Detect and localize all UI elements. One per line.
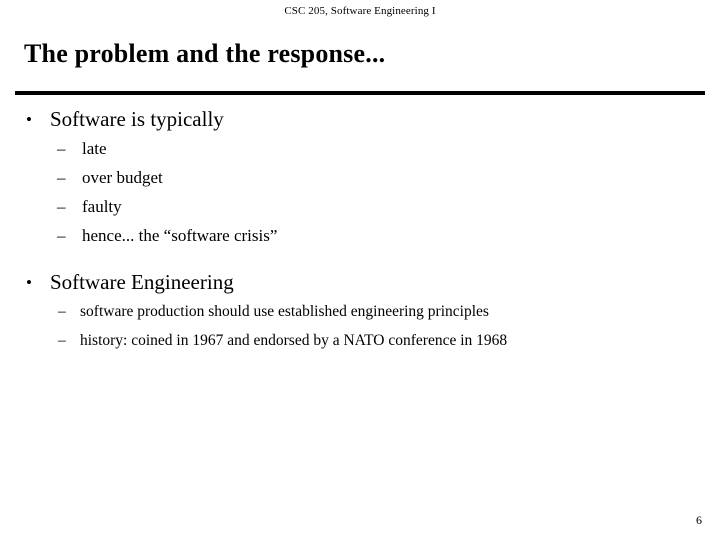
page-title: The problem and the response...: [24, 39, 386, 68]
bullet-group-1: • Software is typically – late – over bu…: [0, 105, 720, 250]
slide-running-header: CSC 205, Software Engineering I: [284, 5, 436, 17]
bullet-dash-icon: –: [57, 197, 66, 216]
bullet-label: Software is typically: [50, 107, 224, 131]
bullet-label: hence... the “software crisis”: [82, 226, 278, 245]
bullet-dash-icon: –: [58, 303, 66, 320]
bullet-dash-icon: –: [58, 332, 66, 349]
slide-content: • Software is typically – late – over bu…: [0, 105, 720, 355]
bullet-item-level1: • Software is typically: [0, 105, 720, 134]
bullet-item-level2: – over budget: [0, 163, 720, 192]
bullet-label: faulty: [82, 197, 122, 216]
bullet-label: software production should use establish…: [80, 303, 489, 320]
bullet-item-level2: – hence... the “software crisis”: [0, 221, 720, 250]
bullet-label: late: [82, 139, 107, 158]
bullet-item-level2: – faulty: [0, 192, 720, 221]
bullet-label: history: coined in 1967 and endorsed by …: [80, 332, 508, 349]
bullet-label: over budget: [82, 168, 163, 187]
bullet-dash-icon: –: [57, 226, 66, 245]
title-divider: [15, 91, 705, 95]
bullet-dot-icon: •: [26, 273, 32, 292]
bullet-item-level2: – software production should use establi…: [0, 297, 720, 326]
slide: CSC 205, Software Engineering I The prob…: [0, 0, 720, 540]
bullet-item-level1: • Software Engineering: [0, 268, 720, 297]
bullet-dash-icon: –: [57, 168, 66, 187]
bullet-item-level2: – late: [0, 134, 720, 163]
bullet-group-2: • Software Engineering – software produc…: [0, 268, 720, 355]
bullet-dash-icon: –: [57, 139, 66, 158]
bullet-item-level2: – history: coined in 1967 and endorsed b…: [0, 326, 720, 355]
bullet-dot-icon: •: [26, 110, 32, 129]
page-number: 6: [696, 513, 702, 527]
bullet-label: Software Engineering: [50, 270, 234, 294]
